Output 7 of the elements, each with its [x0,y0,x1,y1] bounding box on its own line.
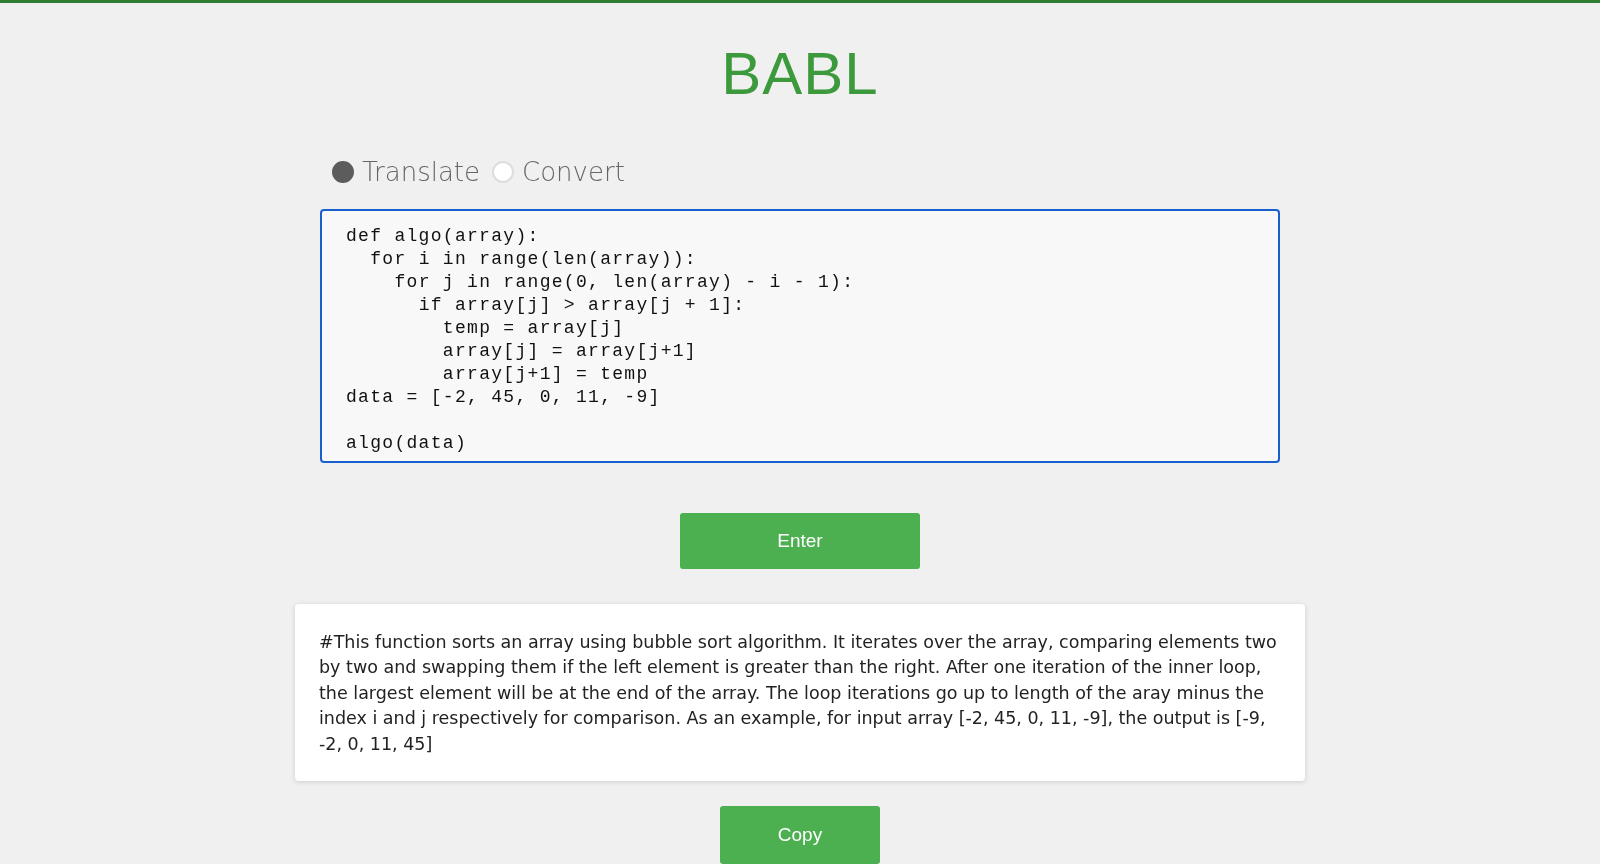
enter-button[interactable]: Enter [680,512,920,569]
mode-radio[interactable]: Convert [492,157,625,187]
output-text: #This function sorts an array using bubble sort algorithm. It iterates over the array, comparing elements two by two and swapping them if the left element is greater than the right. After one iteration of the inner loop, the largest element will be at the end of the array. The loop iterations go up to length of the aray minus the index i and j respectively for comparison. As an example, for input array [-2, 45, 0, 11, -9], the output is [-9, -2, 0, 11, 45] [319,630,1278,756]
code-input[interactable]: def algo(array): for i in range(len(array)): for j in range(0, len(array) - i - 1): if array[j] > array[j + 1]: temp = array[j] array[j] = array[j+1] array[j+1] = temp data = [-2, 45, 0, 11, -9] algo(data) [320,209,1280,463]
mode-radio[interactable]: Translate [332,157,481,187]
app-title: BABL [721,39,879,109]
copy-button[interactable]: Copy [720,806,880,864]
